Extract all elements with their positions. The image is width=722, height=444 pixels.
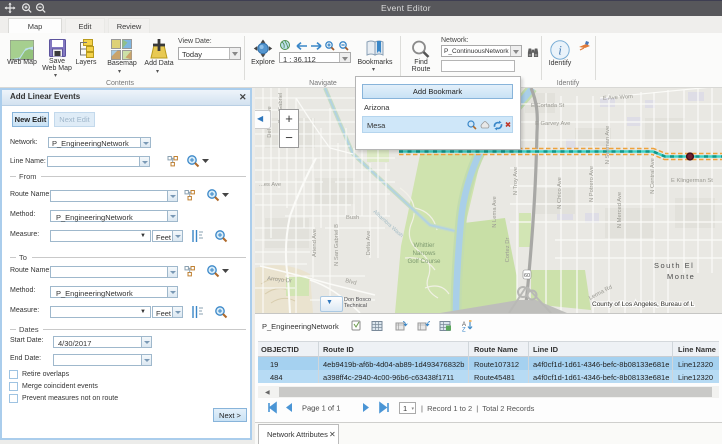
svg-text:...es Ave: ...es Ave [259, 182, 281, 188]
svg-text:County of Los Angeles, Bureau: County of Los Angeles, Bureau of L [592, 301, 695, 308]
svg-text:South El: South El [654, 261, 694, 270]
svg-text:Delta Ave: Delta Ave [366, 231, 372, 256]
svg-text:N Troy Ave: N Troy Ave [513, 167, 519, 195]
svg-text:Cortez Dr: Cortez Dr [505, 238, 511, 263]
svg-text:Ariend Ave: Ariend Ave [312, 229, 318, 257]
svg-text:Bush: Bush [346, 215, 359, 221]
svg-text:E Cortada St: E Cortada St [531, 103, 565, 109]
svg-text:Narrows: Narrows [412, 250, 435, 257]
svg-text:N Merced Ave: N Merced Ave [617, 192, 623, 228]
svg-text:60: 60 [524, 273, 530, 279]
svg-text:N Potrero Ave: N Potrero Ave [589, 166, 595, 202]
svg-text:E Klingerman St: E Klingerman St [671, 178, 713, 184]
svg-text:N Lema Ave: N Lema Ave [492, 196, 498, 227]
svg-text:N Seaman Ave: N Seaman Ave [605, 126, 611, 165]
svg-text:Page 1 of 1: Page 1 of 1 [302, 404, 340, 413]
svg-text:Technical: Technical [344, 303, 367, 309]
svg-text:i: i [558, 43, 562, 58]
svg-text:Golf Course: Golf Course [407, 258, 441, 265]
svg-text:E Garvey Ave: E Garvey Ave [535, 121, 570, 127]
svg-text:Whittier: Whittier [414, 242, 435, 249]
svg-text:N Chico Ave: N Chico Ave [557, 177, 563, 209]
svg-text:Z: Z [462, 328, 466, 333]
svg-text:N Central Ave: N Central Ave [650, 158, 656, 194]
svg-text:Monte: Monte [667, 272, 695, 281]
svg-text:N San Gabriel B: N San Gabriel B [334, 224, 340, 266]
